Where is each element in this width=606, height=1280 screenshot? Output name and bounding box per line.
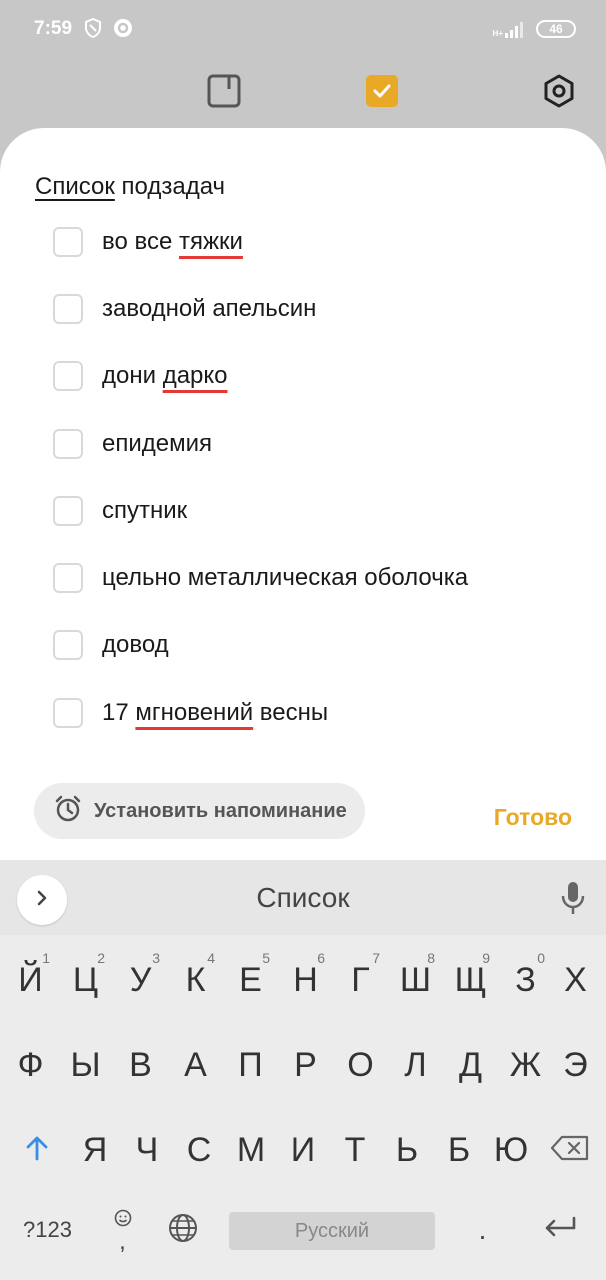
key-ю[interactable]: Ю — [485, 1110, 537, 1190]
key-у[interactable]: У3 — [113, 940, 168, 1020]
set-reminder-button[interactable]: Установить напоминание — [34, 783, 365, 839]
key-г[interactable]: Г7 — [333, 940, 388, 1020]
key-х[interactable]: Х — [548, 940, 603, 1020]
network-type-label: H+ — [492, 29, 503, 38]
battery-level: 46 — [549, 22, 563, 36]
title-rest: подзадач — [114, 173, 226, 200]
checkbox[interactable] — [53, 361, 83, 392]
emoji-comma-key[interactable]: , — [100, 1190, 145, 1270]
key-б[interactable]: Б — [433, 1110, 485, 1190]
key-а[interactable]: А — [168, 1025, 223, 1105]
globe-icon — [167, 1212, 199, 1249]
key-щ[interactable]: Щ9 — [443, 940, 498, 1020]
subtask-list: во все тяжки заводной апельсин дони дарк… — [0, 208, 606, 746]
key-и[interactable]: И — [277, 1110, 329, 1190]
key-м[interactable]: М — [225, 1110, 277, 1190]
key-row-1: Й1 Ц2 У3 К4 Е5 Н6 Г7 Ш8 Щ9 З0 Х — [0, 940, 606, 1020]
item-text[interactable]: цельно металлическая оболочка — [102, 564, 468, 592]
sync-circle-icon — [112, 17, 134, 39]
enter-key[interactable] — [530, 1190, 590, 1270]
key-к[interactable]: К4 — [168, 940, 223, 1020]
checkbox[interactable] — [53, 428, 83, 459]
list-item: довод — [0, 612, 606, 679]
subtask-sheet: Список подзадач во все тяжки заводной ап… — [0, 128, 606, 860]
list-item: спутник — [0, 477, 606, 544]
list-item: дони дарко — [0, 343, 606, 410]
suggestion-bar: Список — [0, 860, 606, 935]
key-о[interactable]: О — [333, 1025, 388, 1105]
status-bar: 7:59 H+ 46 — [0, 0, 606, 58]
key-э[interactable]: Э — [548, 1025, 603, 1105]
item-text[interactable]: 17 мгновений весны — [102, 699, 328, 727]
key-й[interactable]: Й1 — [3, 940, 58, 1020]
list-item: епидемия — [0, 410, 606, 477]
key-з[interactable]: З0 — [498, 940, 553, 1020]
enter-arrow-icon — [542, 1215, 578, 1246]
alarm-clock-icon — [54, 795, 82, 828]
note-icon[interactable] — [205, 72, 243, 110]
shift-key[interactable] — [8, 1110, 66, 1190]
checkbox[interactable] — [53, 563, 83, 594]
suggestion-word[interactable]: Список — [0, 882, 606, 914]
key-ц[interactable]: Ц2 — [58, 940, 113, 1020]
item-text[interactable]: заводной апельсин — [102, 295, 316, 323]
key-ч[interactable]: Ч — [121, 1110, 173, 1190]
key-ь[interactable]: Ь — [381, 1110, 433, 1190]
battery-icon: 46 — [536, 20, 576, 38]
key-ф[interactable]: Ф — [3, 1025, 58, 1105]
list-item: цельно металлическая оболочка — [0, 544, 606, 611]
sheet-title: Список подзадач — [35, 173, 225, 201]
vpn-shield-icon — [82, 17, 104, 39]
key-ш[interactable]: Ш8 — [388, 940, 443, 1020]
status-time: 7:59 — [34, 18, 73, 39]
key-row-2: Ф Ы В А П Р О Л Д Ж Э — [0, 1025, 606, 1105]
checkbox[interactable] — [53, 697, 83, 728]
microphone-icon[interactable] — [560, 880, 586, 916]
backspace-icon — [550, 1131, 590, 1170]
checkbox[interactable] — [53, 293, 83, 324]
key-д[interactable]: Д — [443, 1025, 498, 1105]
list-item: заводной апельсин — [0, 275, 606, 342]
item-text[interactable]: довод — [102, 631, 169, 659]
key-ж[interactable]: Ж — [498, 1025, 553, 1105]
symbols-key[interactable]: ?123 — [10, 1190, 85, 1270]
period-key[interactable]: . — [460, 1190, 505, 1270]
signal-icon: H+ — [493, 20, 526, 38]
list-item: во все тяжки — [0, 208, 606, 275]
key-я[interactable]: Я — [69, 1110, 121, 1190]
item-text[interactable]: спутник — [102, 497, 187, 525]
key-л[interactable]: Л — [388, 1025, 443, 1105]
key-е[interactable]: Е5 — [223, 940, 278, 1020]
item-text[interactable]: во все тяжки — [102, 228, 243, 256]
item-text[interactable]: епидемия — [102, 430, 212, 458]
comma-label: , — [119, 1227, 126, 1255]
key-т[interactable]: Т — [329, 1110, 381, 1190]
key-ы[interactable]: Ы — [58, 1025, 113, 1105]
language-key[interactable] — [160, 1190, 205, 1270]
reminder-label: Установить напоминание — [94, 799, 347, 822]
item-text[interactable]: дони дарко — [102, 362, 228, 390]
keyboard: Список Й1 Ц2 У3 К4 Е5 Н6 Г7 Ш8 Щ9 З0 Х Ф… — [0, 860, 606, 1280]
key-н[interactable]: Н6 — [278, 940, 333, 1020]
done-button[interactable]: Готово — [494, 804, 572, 831]
key-с[interactable]: С — [173, 1110, 225, 1190]
settings-icon[interactable] — [540, 72, 578, 110]
key-р[interactable]: Р — [278, 1025, 333, 1105]
backspace-key[interactable] — [540, 1110, 600, 1190]
checkbox[interactable] — [53, 630, 83, 661]
space-key[interactable]: Русский — [229, 1212, 435, 1250]
key-п[interactable]: П — [223, 1025, 278, 1105]
checklist-icon[interactable] — [363, 72, 401, 110]
title-underlined-word[interactable]: Список — [35, 173, 115, 200]
shift-arrow-icon — [24, 1131, 50, 1170]
list-item: 17 мгновений весны — [0, 679, 606, 746]
checkbox[interactable] — [53, 226, 83, 257]
key-row-3: Я Ч С М И Т Ь Б Ю — [0, 1110, 606, 1190]
checkbox[interactable] — [53, 495, 83, 526]
key-в[interactable]: В — [113, 1025, 168, 1105]
key-row-bottom: ?123 , Русский . — [0, 1190, 606, 1270]
